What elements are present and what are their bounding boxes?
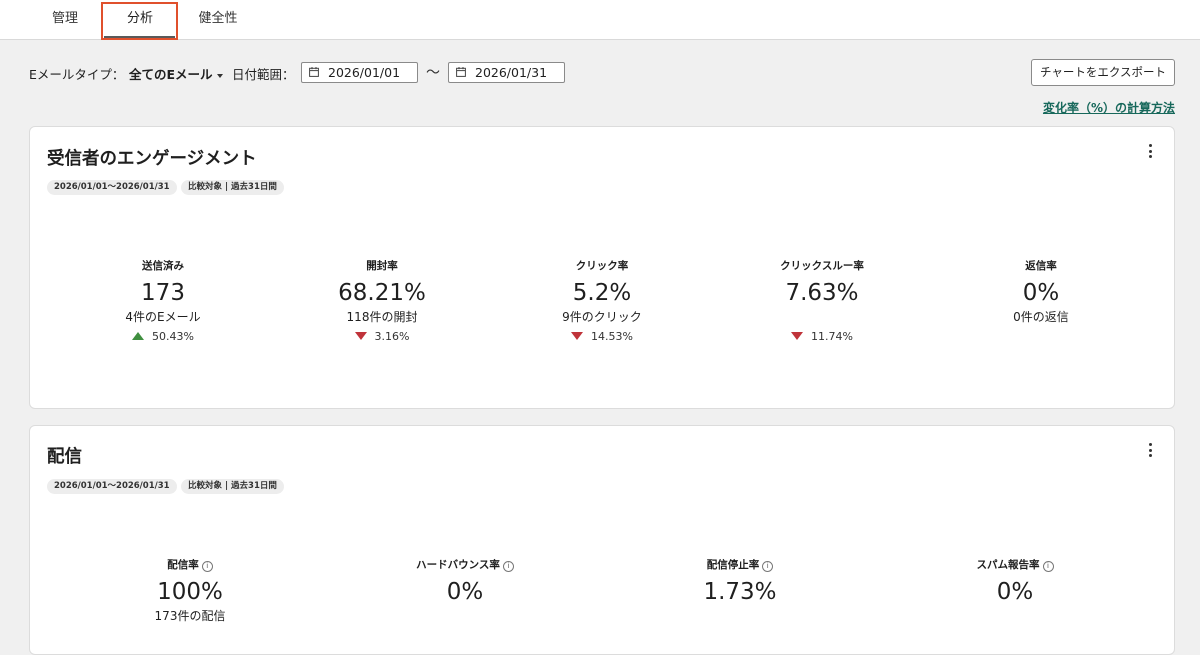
info-icon[interactable]: i — [762, 561, 774, 572]
change-value: 50.43% — [152, 330, 194, 343]
arrow-down-icon — [791, 332, 804, 340]
email-type-label: Eメールタイプ： — [29, 67, 125, 82]
metric-value: 100% — [157, 579, 223, 605]
metric-open-rate: 開封率 68.21% 118件の開封 3.16% — [282, 259, 482, 344]
more-vertical-icon[interactable] — [1144, 443, 1156, 459]
engagement-card-title: 受信者のエンゲージメント — [47, 149, 257, 169]
chevron-down-icon — [216, 73, 223, 78]
metric-subtext: 118件の開封 — [346, 310, 418, 324]
metric-subtext: 4件のEメール — [125, 310, 201, 324]
calendar-icon — [309, 67, 319, 77]
metric-sent: 送信済み 173 4件のEメール 50.43% — [63, 259, 263, 344]
change-value: 11.74% — [811, 330, 853, 343]
metric-hard-bounce-rate: ハードバウンス率 i 0% — [365, 558, 565, 607]
metric-label: スパム報告率 i — [915, 558, 1115, 572]
date-separator: 〜 — [426, 65, 440, 81]
change-rate-help-link[interactable]: 変化率（%）の計算方法 — [1043, 99, 1175, 116]
engagement-card: 受信者のエンゲージメント 2026/01/01～2026/01/31 比較対象 … — [29, 126, 1175, 409]
metric-value: 0% — [446, 579, 484, 605]
metric-click-rate: クリック率 5.2% 9件のクリック 14.53% — [502, 259, 702, 344]
metric-subtext: 9件のクリック — [562, 310, 642, 324]
more-vertical-icon[interactable] — [1144, 144, 1156, 160]
metric-unsubscribe-rate: 配信停止率 i 1.73% — [640, 558, 840, 607]
arrow-up-icon — [132, 332, 145, 340]
top-tab-bar: 管理 分析 健全性 — [0, 0, 1200, 40]
info-icon[interactable]: i — [1042, 561, 1054, 572]
metric-spam-report-rate: スパム報告率 i 0% — [915, 558, 1115, 607]
metric-value: 0% — [996, 579, 1034, 605]
metric-value: 5.2% — [572, 280, 632, 306]
comparison-chip: 比較対象 | 過去31日間 — [181, 180, 284, 195]
metric-label: 送信済み — [142, 260, 184, 272]
change-value: 3.16% — [374, 330, 410, 343]
metric-value: 173 — [141, 280, 185, 306]
metric-value: 0% — [1022, 280, 1060, 306]
metric-value: 7.63% — [785, 280, 859, 306]
metric-label: ハードバウンス率 i — [365, 558, 565, 572]
date-range-label: 日付範囲： — [232, 67, 295, 82]
metric-label: 開封率 — [366, 260, 398, 272]
date-range-chip: 2026/01/01～2026/01/31 — [47, 479, 177, 494]
metric-value: 68.21% — [338, 280, 426, 306]
start-date-value: 2026/01/01 — [328, 65, 401, 80]
calendar-icon — [456, 67, 466, 77]
metric-label: 配信停止率 i — [640, 558, 840, 572]
info-icon[interactable]: i — [502, 561, 514, 572]
arrow-down-icon — [571, 332, 584, 340]
metric-reply-rate: 返信率 0% 0件の返信 — [941, 259, 1141, 325]
end-date-value: 2026/01/31 — [475, 65, 548, 80]
start-date-input[interactable]: 2026/01/01 — [301, 62, 418, 83]
metric-label-text: スパム報告率 — [976, 559, 1040, 571]
metric-label: 配信率 i — [90, 558, 290, 572]
metric-label: クリックスルー率 — [780, 260, 864, 272]
metric-subtext: 0件の返信 — [1013, 310, 1069, 324]
metric-change: 50.43% — [63, 330, 263, 344]
metric-label-text: ハードバウンス率 — [416, 559, 500, 571]
metric-change: 14.53% — [502, 330, 702, 344]
email-type-dropdown[interactable]: 全てのEメール — [129, 64, 223, 83]
delivery-card-title: 配信 — [47, 447, 82, 467]
comparison-chip: 比較対象 | 過去31日間 — [181, 479, 284, 494]
end-date-input[interactable]: 2026/01/31 — [448, 62, 565, 83]
delivery-card: 配信 2026/01/01～2026/01/31 比較対象 | 過去31日間 配… — [29, 425, 1175, 655]
info-icon[interactable]: i — [201, 561, 213, 572]
metric-label-text: 配信率 — [167, 559, 199, 571]
tab-health[interactable]: 健全性 — [190, 0, 246, 40]
arrow-down-icon — [354, 332, 367, 340]
metric-subtext: 173件の配信 — [154, 609, 226, 623]
metric-delivery-rate: 配信率 i 100% 173件の配信 — [90, 558, 290, 624]
email-type-value: 全てのEメール — [129, 67, 213, 82]
metric-value: 1.73% — [703, 579, 777, 605]
metric-change: 11.74% — [722, 330, 922, 344]
metric-change: 3.16% — [282, 330, 482, 344]
metric-label: クリック率 — [575, 260, 629, 272]
metric-label-text: 配信停止率 — [706, 559, 760, 571]
metric-click-through-rate: クリックスルー率 7.63% 11.74% — [722, 259, 922, 344]
date-range-chip: 2026/01/01～2026/01/31 — [47, 180, 177, 195]
metric-label: 返信率 — [1025, 260, 1057, 272]
tab-manage[interactable]: 管理 — [40, 0, 90, 40]
change-value: 14.53% — [591, 330, 633, 343]
export-chart-button[interactable]: チャートをエクスポート — [1031, 59, 1175, 86]
tab-analysis-highlight-box — [101, 2, 178, 40]
